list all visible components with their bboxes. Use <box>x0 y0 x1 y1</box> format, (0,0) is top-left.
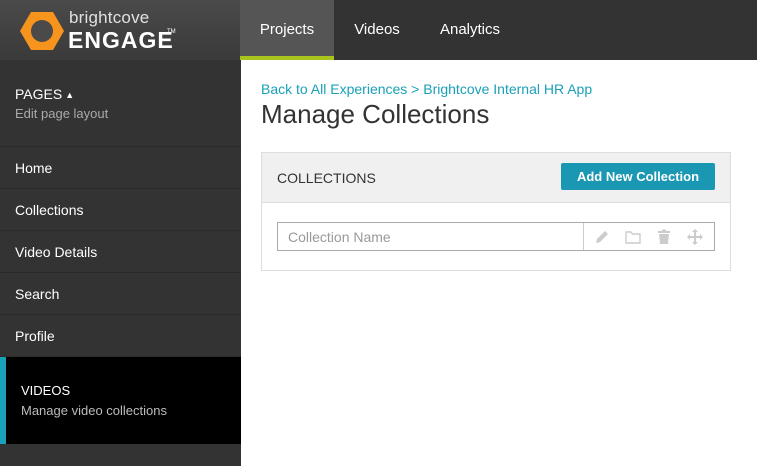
add-new-collection-button[interactable]: Add New Collection <box>561 163 715 190</box>
collections-title: COLLECTIONS <box>277 170 376 186</box>
sidebar-videos-section[interactable]: VIDEOS Manage video collections <box>0 357 241 444</box>
breadcrumb: Back to All Experiences > Brightcove Int… <box>261 81 592 97</box>
collection-row <box>277 222 715 251</box>
tab-videos[interactable]: Videos <box>334 0 420 60</box>
logo-brand-text: brightcove <box>69 8 150 27</box>
move-icon[interactable] <box>686 228 704 246</box>
sidebar-item-collections[interactable]: Collections <box>0 189 241 231</box>
collections-panel: COLLECTIONS Add New Collection <box>261 152 731 271</box>
videos-subtitle: Manage video collections <box>21 403 167 418</box>
collection-name-input[interactable] <box>278 223 584 250</box>
top-bar: brightcove ENGAGE TM Projects Videos Ana… <box>0 0 757 60</box>
pages-title-text: PAGES <box>15 86 63 102</box>
breadcrumb-link[interactable]: Back to All Experiences > Brightcove Int… <box>261 81 592 97</box>
pages-subtitle: Edit page layout <box>15 106 109 121</box>
sidebar-item-search[interactable]: Search <box>0 273 241 315</box>
sidebar-item-home[interactable]: Home <box>0 147 241 189</box>
sidebar-item-video-details[interactable]: Video Details <box>0 231 241 273</box>
logo-product-text: ENGAGE <box>68 27 174 53</box>
videos-title: VIDEOS <box>21 383 71 398</box>
caret-up-icon: ▲ <box>65 90 75 100</box>
logo[interactable]: brightcove ENGAGE TM <box>0 0 240 60</box>
brightcove-hexagon-logo-icon <box>20 12 64 50</box>
sidebar-item-profile[interactable]: Profile <box>0 315 241 357</box>
tab-projects[interactable]: Projects <box>240 0 334 60</box>
pencil-icon[interactable] <box>593 228 611 246</box>
pages-title: PAGES ▲ <box>15 86 74 102</box>
folder-icon[interactable] <box>624 228 642 246</box>
tab-analytics[interactable]: Analytics <box>420 0 520 60</box>
logo-trademark: TM <box>167 29 176 35</box>
sidebar: PAGES ▲ Edit page layout Home Collections… <box>0 60 241 466</box>
page-title: Manage Collections <box>261 99 490 129</box>
sidebar-pages-section[interactable]: PAGES ▲ Edit page layout <box>0 60 241 147</box>
collections-panel-header: COLLECTIONS Add New Collection <box>262 153 730 203</box>
trash-icon[interactable] <box>655 228 673 246</box>
